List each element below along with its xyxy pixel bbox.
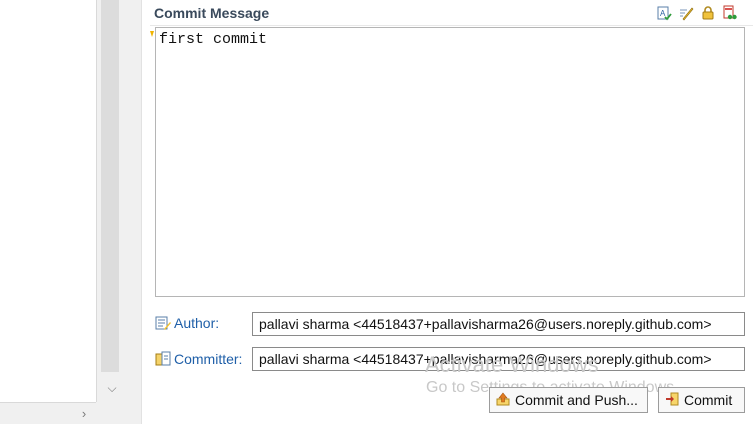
commit-button[interactable]: Commit [658,387,745,413]
commit-icon [665,392,679,409]
committer-label[interactable]: Committer: [155,351,242,367]
left-vertical-scrollbar[interactable]: ⌵ [96,0,126,402]
pane-sash[interactable] [126,0,142,424]
commit-message-input[interactable]: first commit [155,27,745,297]
signed-off-icon[interactable] [721,4,739,22]
commit-message-title: Commit Message [154,5,270,21]
author-label-text[interactable]: Author: [174,315,219,331]
left-tree-pane [0,0,96,400]
scroll-right-icon[interactable]: › [74,405,94,423]
commit-message-toolbar: A [655,4,739,22]
author-field[interactable] [252,312,745,336]
title-divider [150,25,753,26]
left-horizontal-scrollbar[interactable]: › [0,402,96,424]
author-label[interactable]: Author: [155,315,219,331]
committer-icon [155,351,171,367]
vertical-scroll-thumb[interactable] [101,0,119,372]
committer-field[interactable] [252,347,745,371]
commit-and-push-label: Commit and Push... [515,392,638,408]
edit-pencil-icon[interactable] [677,4,695,22]
scrollbar-corner [96,402,126,424]
push-icon [496,392,510,409]
commit-label: Commit [684,392,733,408]
svg-text:A: A [660,9,666,18]
spell-check-icon[interactable]: A [655,4,673,22]
author-icon [155,315,171,331]
committer-label-text[interactable]: Committer: [174,351,242,367]
lock-icon[interactable] [699,4,717,22]
scroll-down-icon[interactable]: ⌵ [97,378,127,398]
commit-and-push-button[interactable]: Commit and Push... [489,387,648,413]
